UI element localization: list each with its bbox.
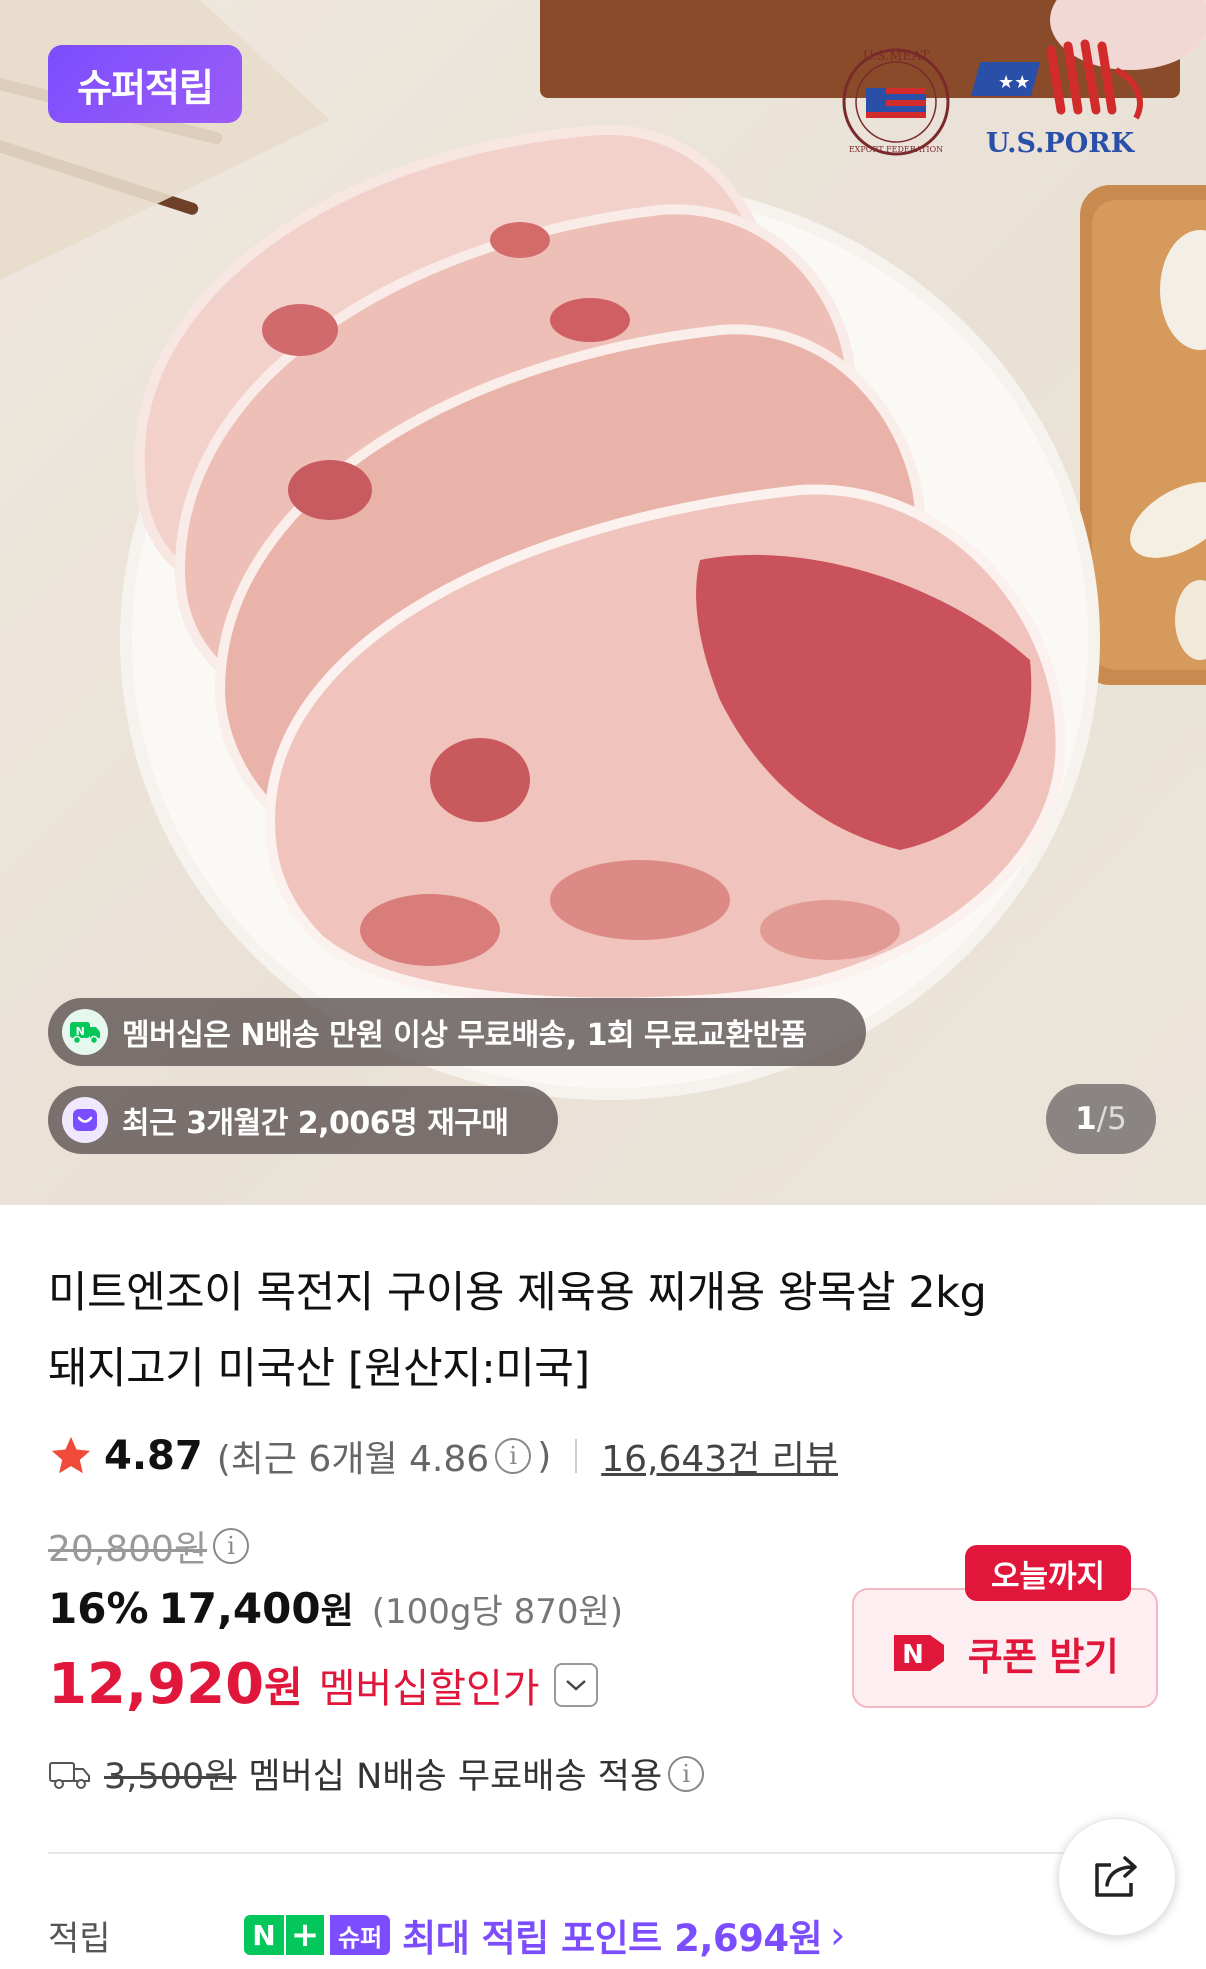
chevron-right-icon: › bbox=[830, 1913, 846, 1957]
repurchase-icon bbox=[62, 1097, 108, 1143]
image-counter: 1 / 5 bbox=[1046, 1084, 1156, 1154]
repurchase-banner[interactable]: 최근 3개월간 2,006명 재구매 bbox=[48, 1086, 558, 1154]
unit-price: (100g당 870원) bbox=[371, 1592, 624, 1632]
us-pork-logo: U.S.MEAT EXPORT FEDERATION ★★ U.S.PORK bbox=[842, 39, 1143, 159]
super-badge: 슈퍼 bbox=[330, 1915, 391, 1955]
sale-price-won: 원 bbox=[320, 1591, 354, 1632]
image-counter-total: 5 bbox=[1107, 1101, 1127, 1137]
member-price-row[interactable]: 12,920 원 멤버십할인가 bbox=[48, 1652, 598, 1717]
repurchase-banner-text: 최근 3개월간 2,006명 재구매 bbox=[122, 1106, 509, 1141]
svg-text:★★: ★★ bbox=[998, 72, 1030, 93]
divider bbox=[48, 1852, 1108, 1854]
share-icon bbox=[1095, 1856, 1137, 1897]
chevron-down-icon[interactable] bbox=[553, 1662, 598, 1707]
member-price: 12,920 bbox=[48, 1652, 265, 1717]
svg-text:U.S.PORK: U.S.PORK bbox=[986, 128, 1136, 159]
divider bbox=[575, 1439, 578, 1473]
original-price-row: 20,800원 i bbox=[48, 1520, 255, 1572]
share-button[interactable] bbox=[1058, 1818, 1176, 1936]
plus-badge: + bbox=[284, 1915, 324, 1955]
svg-text:EXPORT FEDERATION: EXPORT FEDERATION bbox=[849, 145, 943, 154]
points-label: 적립 bbox=[48, 1918, 111, 1959]
naver-n-icon: N bbox=[893, 1635, 944, 1671]
super-points-badge: 슈퍼적립 bbox=[48, 45, 242, 123]
product-title-line2: 돼지고기 미국산 [원산지:미국] bbox=[48, 1344, 590, 1394]
shipping-row: 3,500원 멤버십 N배송 무료배송 적용 i bbox=[48, 1748, 710, 1799]
sale-price: 17,400 bbox=[158, 1584, 321, 1633]
pork-slices bbox=[134, 124, 1066, 1008]
image-counter-current: 1 bbox=[1075, 1101, 1097, 1137]
recent-rating-close: ) bbox=[537, 1435, 552, 1477]
delivery-banner-text: 멤버십은 N배송 만원 이상 무료배송, 1회 무료교환반품 bbox=[122, 1018, 807, 1053]
points-row[interactable]: 적립 N + 슈퍼 최대 적립 포인트 2,694원 › bbox=[48, 1905, 1048, 1965]
membership-delivery-banner[interactable]: N 멤버십은 N배송 만원 이상 무료배송, 1회 무료교환반품 bbox=[48, 998, 866, 1066]
svg-text:U.S.MEAT: U.S.MEAT bbox=[863, 49, 930, 64]
rating-row: 4.87 (최근 6개월 4.86 i ) 16,643건 리뷰 bbox=[48, 1428, 838, 1484]
member-price-won: 원 bbox=[264, 1663, 303, 1712]
svg-text:N: N bbox=[76, 1025, 85, 1038]
price-info-icon[interactable]: i bbox=[213, 1528, 250, 1564]
coupon-deadline-tag: 오늘까지 bbox=[965, 1545, 1131, 1601]
recent-rating: (최근 6개월 4.86 bbox=[216, 1439, 490, 1480]
max-points-text: 최대 적립 포인트 2,694원 bbox=[402, 1917, 823, 1960]
naver-plus-super-badge: N + 슈퍼 bbox=[244, 1915, 391, 1955]
delivery-icon: N bbox=[62, 1009, 108, 1055]
original-price: 20,800원 bbox=[48, 1529, 208, 1570]
review-count-link[interactable]: 16,643건 리뷰 bbox=[601, 1430, 838, 1482]
svg-text:N: N bbox=[902, 1640, 924, 1670]
discount-percent: 16% bbox=[48, 1584, 149, 1633]
shipping-info-icon[interactable]: i bbox=[668, 1755, 705, 1792]
rating-score: 4.87 bbox=[104, 1433, 203, 1479]
image-counter-separator: / bbox=[1096, 1101, 1108, 1137]
original-shipping-fee: 3,500원 bbox=[104, 1757, 237, 1797]
product-title: 미트엔조이 목전지 구이용 제육용 찌개용 왕목살 2kg 돼지고기 미국산 [… bbox=[48, 1255, 1158, 1407]
naver-n-badge: N bbox=[244, 1915, 284, 1955]
shipping-text: 멤버십 N배송 무료배송 적용 bbox=[248, 1757, 663, 1797]
product-image-carousel[interactable]: 슈퍼적립 U.S.MEAT EXPORT FEDERATION ★★ U.S.P… bbox=[0, 0, 1206, 1205]
product-title-line1: 미트엔조이 목전지 구이용 제육용 찌개용 왕목살 2kg bbox=[48, 1268, 987, 1318]
coupon-download-button[interactable]: N 쿠폰 받기 bbox=[852, 1588, 1158, 1708]
info-icon[interactable]: i bbox=[495, 1438, 532, 1474]
truck-icon bbox=[49, 1761, 90, 1789]
member-price-label: 멤버십할인가 bbox=[318, 1665, 540, 1712]
star-icon bbox=[51, 1436, 91, 1474]
coupon-button-label: 쿠폰 받기 bbox=[967, 1634, 1119, 1679]
sale-price-row: 16% 17,400 원 (100g당 870원) bbox=[48, 1582, 623, 1634]
